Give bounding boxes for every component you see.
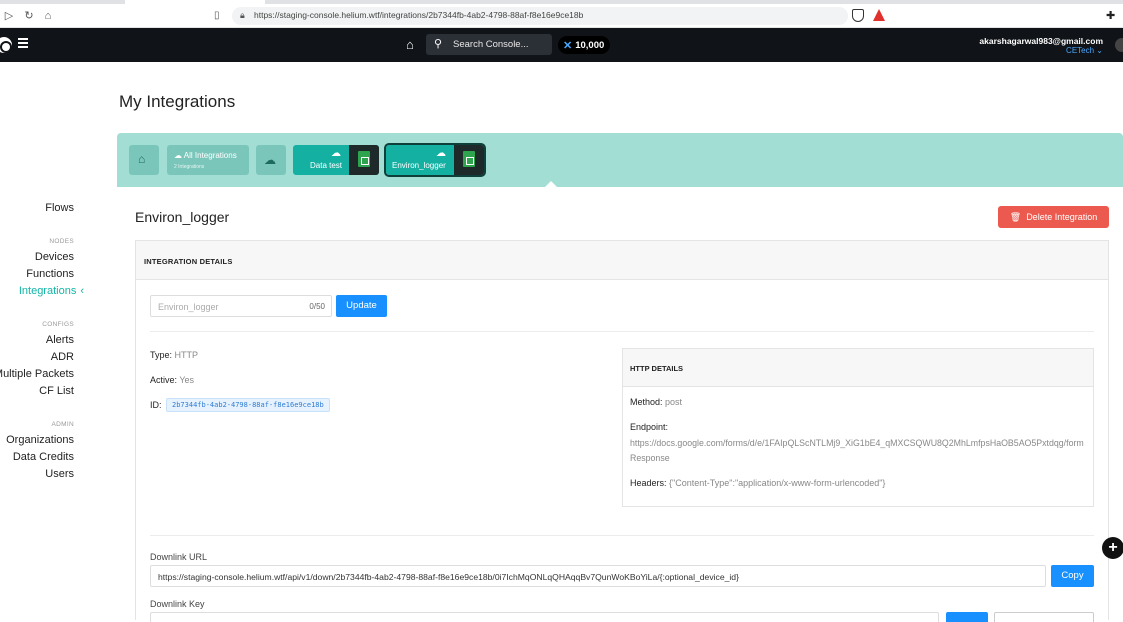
sidebar-item-integrations[interactable]: Integrations ‹ bbox=[19, 285, 84, 297]
sidebar-section-configs: CONFIGS bbox=[42, 321, 74, 328]
add-integration-tile[interactable]: ☁ bbox=[256, 145, 286, 175]
sidebar-item-integrations-label: Integrations bbox=[18, 285, 77, 297]
integration-id-chip[interactable]: 2b7344fb-4ab2-4798-88af-f8e16e9ce18b bbox=[166, 398, 330, 412]
helium-logo-icon[interactable] bbox=[0, 37, 12, 53]
home-icon[interactable]: ⌂ bbox=[41, 9, 55, 23]
integration-name-heading: Environ_logger bbox=[135, 209, 230, 225]
id-label: ID: bbox=[150, 400, 162, 410]
sidebar-item-data-credits[interactable]: Data Credits bbox=[13, 451, 74, 463]
brave-rewards-icon[interactable] bbox=[873, 9, 885, 21]
integration-tile-environ-logger[interactable]: ☁ Environ_logger bbox=[384, 143, 486, 177]
sidebar-item-users[interactable]: Users bbox=[45, 468, 74, 480]
browser-toolbar: ▷ ↻ ⌂ ▯ 🔒︎ https://staging-console.heliu… bbox=[0, 4, 1123, 28]
http-details-title: HTTP DETAILS bbox=[630, 364, 684, 373]
active-value: Yes bbox=[179, 375, 195, 385]
plus-icon[interactable]: + bbox=[1102, 537, 1123, 559]
bookmark-icon[interactable]: ▯ bbox=[214, 10, 220, 21]
integration-tile-data-test[interactable]: ☁ Data test bbox=[293, 145, 379, 175]
integration-name-value: Environ_logger bbox=[158, 302, 219, 312]
endpoint-label: Endpoint: bbox=[630, 422, 669, 432]
home-icon: ⌂ bbox=[138, 152, 146, 166]
org-switcher[interactable]: CETech ⌄ bbox=[1066, 46, 1103, 55]
app-header: ⌂ ⚲ Search Console... ✕ 10,000 akarshaga… bbox=[0, 28, 1123, 62]
downlink-key-label: Downlink Key bbox=[150, 599, 205, 609]
search-placeholder: Search Console... bbox=[453, 39, 529, 50]
sidebar-item-devices[interactable]: Devices bbox=[35, 251, 74, 263]
org-name: CETech bbox=[1066, 46, 1095, 55]
copy-button[interactable]: Copy bbox=[1051, 565, 1094, 587]
all-integrations-tile[interactable]: ☁ All Integrations 2 Integrations bbox=[167, 145, 249, 175]
update-button[interactable]: Update bbox=[336, 295, 387, 317]
google-sheets-icon bbox=[454, 145, 484, 175]
downlink-url-value: https://staging-console.helium.wtf/api/v… bbox=[158, 572, 739, 582]
lock-icon: 🔒︎ bbox=[240, 10, 245, 20]
integration-tile-name: Environ_logger bbox=[392, 161, 446, 170]
sidebar-item-adr[interactable]: ADR bbox=[51, 351, 74, 363]
method-value: post bbox=[665, 397, 683, 407]
integration-details-header: INTEGRATION DETAILS bbox=[136, 241, 1108, 280]
delete-integration-label: Delete Integration bbox=[1026, 212, 1098, 222]
selected-caret bbox=[545, 181, 557, 187]
active-row: Active: Yes bbox=[150, 375, 194, 385]
type-value: HTTP bbox=[174, 350, 199, 360]
avatar[interactable] bbox=[1115, 38, 1123, 52]
all-integrations-label: ☁ All Integrations bbox=[174, 151, 237, 160]
cloud-icon: ☁ bbox=[436, 148, 446, 159]
sidebar: Flows NODES Devices Functions Integratio… bbox=[0, 62, 100, 620]
character-count: 0/50 bbox=[309, 302, 325, 311]
reload-icon[interactable]: ↻ bbox=[22, 9, 36, 23]
integration-tile-name: Data test bbox=[310, 161, 343, 170]
downlink-url-label: Downlink URL bbox=[150, 552, 208, 562]
headers-value: {"Content-Type":"application/x-www-form-… bbox=[669, 478, 886, 488]
sidebar-section-admin: ADMIN bbox=[51, 421, 74, 428]
integration-name-input[interactable]: Environ_logger 0/50 bbox=[150, 295, 332, 317]
divider bbox=[150, 331, 1094, 332]
sidebar-section-nodes: NODES bbox=[49, 238, 74, 245]
endpoint-value: https://docs.google.com/forms/d/e/1FAIpQ… bbox=[630, 438, 1084, 463]
console-home-icon[interactable]: ⌂ bbox=[406, 37, 414, 52]
headers-label: Headers: bbox=[630, 478, 667, 488]
downlink-key-field[interactable] bbox=[150, 612, 939, 622]
address-url[interactable]: https://staging-console.helium.wtf/integ… bbox=[254, 10, 583, 20]
back-icon[interactable]: ▷ bbox=[2, 9, 16, 23]
sidebar-item-alerts[interactable]: Alerts bbox=[46, 334, 74, 346]
type-label: Type: bbox=[150, 350, 173, 360]
downlink-key-generate-button[interactable] bbox=[994, 612, 1094, 622]
search-console-input[interactable]: ⚲ Search Console... bbox=[426, 34, 552, 55]
sidebar-item-cf-list[interactable]: CF List bbox=[39, 385, 74, 397]
cloud-icon: ☁ bbox=[331, 148, 341, 159]
search-icon: ⚲ bbox=[434, 38, 443, 50]
sidebar-item-organizations[interactable]: Organizations bbox=[6, 434, 74, 446]
downlink-url-field[interactable]: https://staging-console.helium.wtf/api/v… bbox=[150, 565, 1046, 587]
page-title: My Integrations bbox=[119, 92, 236, 111]
headers-row: Headers: {"Content-Type":"application/x-… bbox=[630, 478, 885, 488]
sidebar-item-functions[interactable]: Functions bbox=[26, 268, 74, 280]
http-details-header: HTTP DETAILS bbox=[623, 349, 1093, 387]
method-label: Method: bbox=[630, 397, 663, 407]
downlink-key-copy-button[interactable] bbox=[946, 612, 988, 622]
trash-icon: 🗑︎ bbox=[1009, 211, 1022, 222]
all-integrations-count: 2 Integrations bbox=[174, 164, 205, 170]
cloud-upload-icon: ☁ bbox=[264, 153, 276, 167]
helium-x-icon: ✕ bbox=[563, 39, 573, 52]
address-bar[interactable]: 🔒︎ https://staging-console.helium.wtf/in… bbox=[232, 7, 848, 25]
divider bbox=[150, 535, 1094, 536]
brave-shield-icon[interactable] bbox=[852, 9, 864, 22]
sidebar-item-flows[interactable]: Flows bbox=[45, 202, 74, 214]
integration-details-title: INTEGRATION DETAILS bbox=[144, 257, 233, 266]
sidebar-item-multiple-packets[interactable]: Multiple Packets bbox=[0, 368, 74, 380]
delete-integration-button[interactable]: 🗑︎ Delete Integration bbox=[998, 206, 1109, 228]
active-label: Active: bbox=[150, 375, 178, 385]
extensions-icon[interactable]: ✚ bbox=[1106, 9, 1115, 22]
integrations-band: ⌂ ☁ All Integrations 2 Integrations ☁ ☁ … bbox=[117, 133, 1123, 187]
menu-icon[interactable] bbox=[18, 38, 28, 48]
credits-amount: 10,000 bbox=[575, 39, 605, 51]
chevron-left-icon: ‹ bbox=[80, 285, 84, 297]
method-row: Method: post bbox=[630, 397, 682, 407]
data-credits-badge[interactable]: ✕ 10,000 bbox=[558, 36, 611, 54]
user-email[interactable]: akarshagarwal983@gmail.com bbox=[979, 36, 1103, 46]
google-sheets-icon bbox=[349, 145, 379, 175]
integrations-home-tile[interactable]: ⌂ bbox=[129, 145, 159, 175]
type-row: Type: HTTP bbox=[150, 350, 198, 360]
